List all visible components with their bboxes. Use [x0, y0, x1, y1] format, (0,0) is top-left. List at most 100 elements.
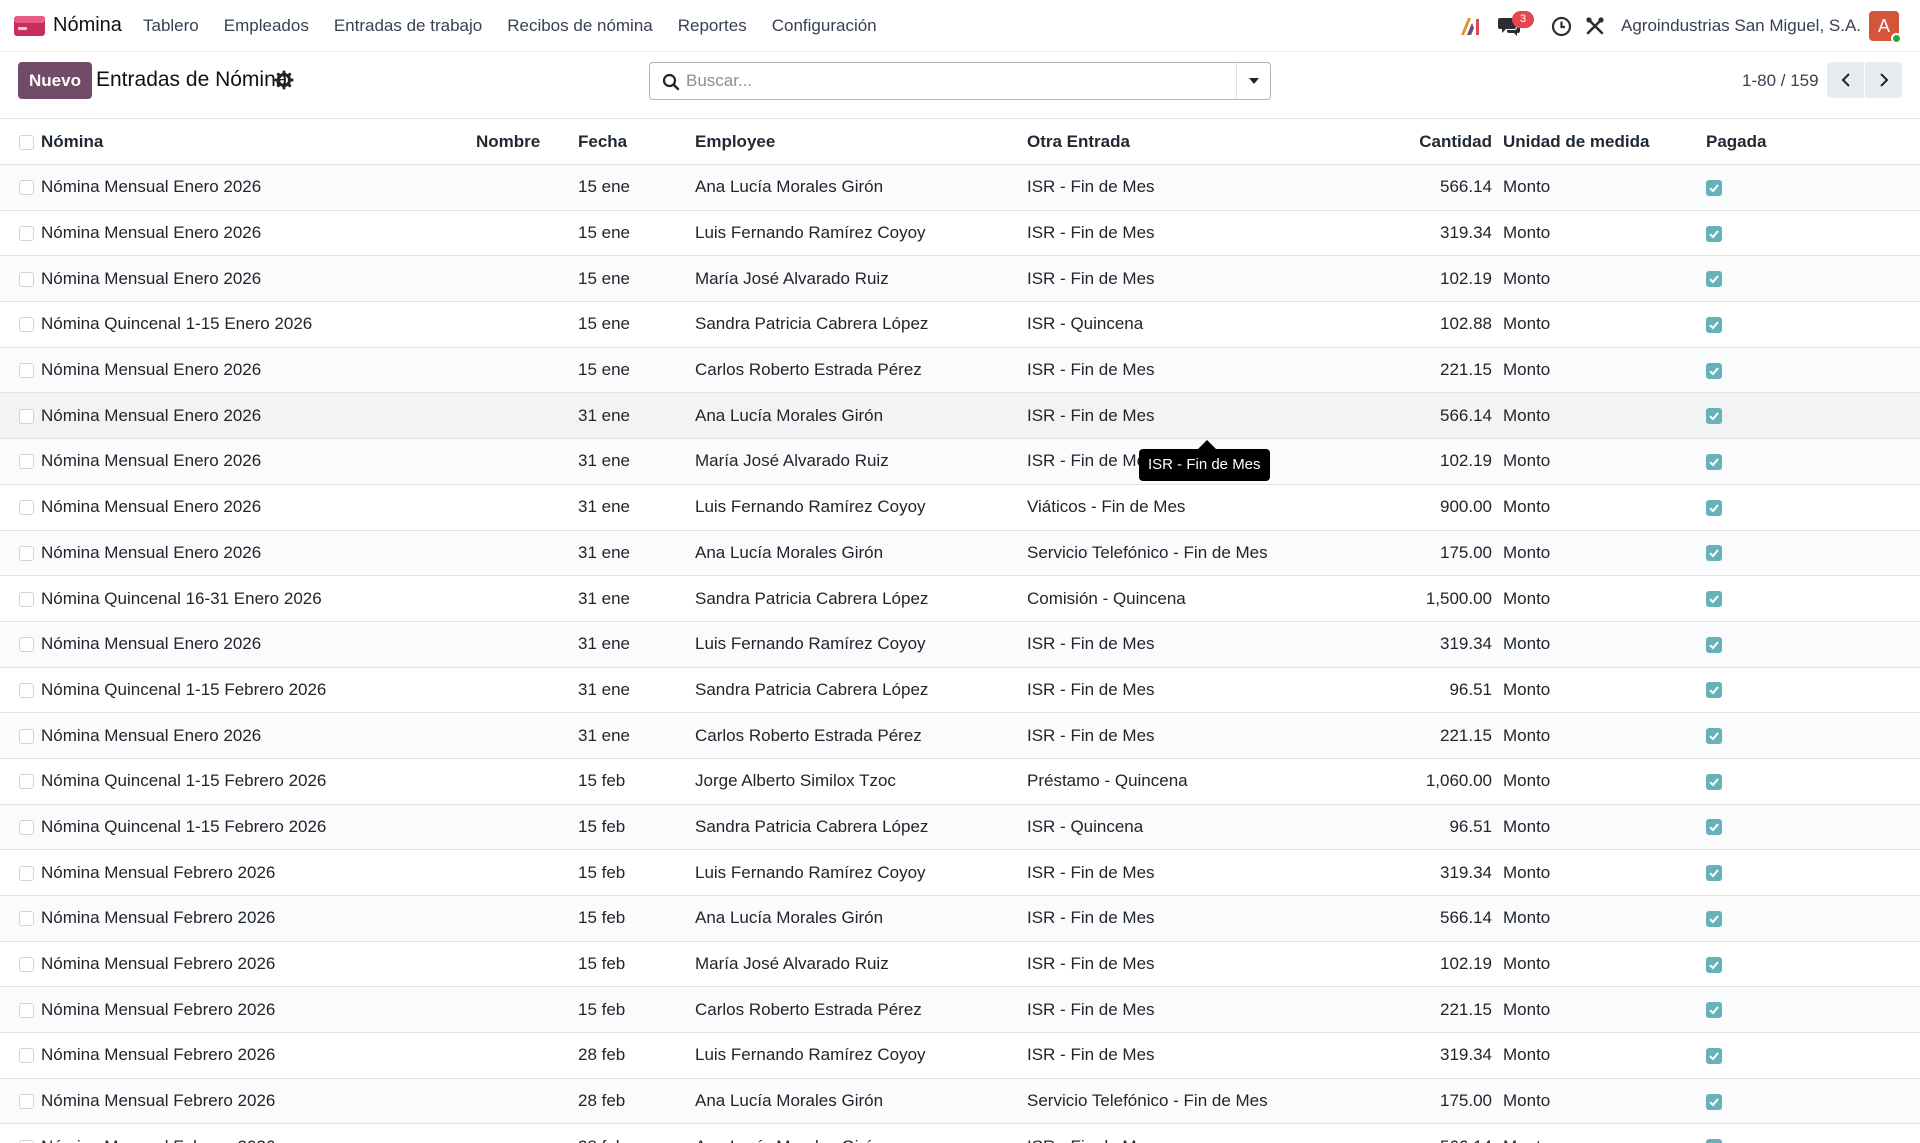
pager-value[interactable]: 1-80 / 159	[1742, 71, 1819, 91]
row-select-checkbox[interactable]	[19, 408, 34, 424]
row-select-checkbox[interactable]	[19, 363, 34, 379]
table-row[interactable]: Nómina Mensual Febrero 2026 15 feb María J…	[0, 941, 1920, 988]
table-row[interactable]: Nómina Mensual Enero 2026 31 ene Ana Lucía…	[0, 530, 1920, 577]
row-select-checkbox[interactable]	[19, 1002, 34, 1018]
paid-checkbox-checked[interactable]	[1706, 271, 1722, 288]
table-row[interactable]: Nómina Mensual Enero 2026 31 ene Ana Lucía…	[0, 392, 1920, 440]
ai-assistant-icon[interactable]	[1458, 14, 1482, 38]
paid-checkbox-checked[interactable]	[1706, 636, 1722, 653]
row-spacer-cell	[1899, 758, 1920, 805]
column-header-nombre[interactable]: Nombre	[476, 118, 578, 165]
table-row[interactable]: Nómina Quincenal 1-15 Febrero 2026 15 feb…	[0, 758, 1920, 805]
row-select-checkbox[interactable]	[19, 454, 34, 470]
row-select-checkbox[interactable]	[19, 591, 34, 607]
pager-previous-button[interactable]	[1827, 62, 1864, 98]
table-row[interactable]: Nómina Mensual Enero 2026 15 ene María Jos…	[0, 255, 1920, 303]
paid-checkbox-checked[interactable]	[1706, 1002, 1722, 1019]
row-select-checkbox[interactable]	[19, 865, 34, 881]
column-header-fecha[interactable]: Fecha	[578, 118, 695, 165]
paid-checkbox-checked[interactable]	[1706, 545, 1722, 562]
table-row[interactable]: Nómina Mensual Febrero 2026 28 febAna Luc…	[0, 1123, 1920, 1143]
paid-checkbox-checked[interactable]	[1706, 1047, 1722, 1064]
row-select-checkbox[interactable]	[19, 911, 34, 927]
table-row[interactable]: Nómina Mensual Enero 2026 31 ene Luis Fern…	[0, 484, 1920, 531]
menu-item-configuracion[interactable]: Configuración	[772, 16, 877, 36]
column-header-nomina[interactable]: Nómina	[41, 118, 476, 165]
row-select-checkbox[interactable]	[19, 271, 34, 287]
paid-checkbox-checked[interactable]	[1706, 865, 1722, 882]
menu-item-empleados[interactable]: Empleados	[224, 16, 309, 36]
table-row[interactable]: Nómina Mensual Enero 2026 31 ene María Jos…	[0, 438, 1920, 485]
paid-checkbox-checked[interactable]	[1706, 956, 1722, 973]
new-button[interactable]: Nuevo	[18, 62, 92, 99]
paid-checkbox-checked[interactable]	[1706, 179, 1722, 196]
paid-checkbox-checked[interactable]	[1706, 316, 1722, 333]
table-row[interactable]: Nómina Quincenal 1-15 Febrero 2026 15 feb…	[0, 804, 1920, 851]
menu-item-reportes[interactable]: Reportes	[678, 16, 747, 36]
table-row[interactable]: Nómina Mensual Febrero 2026 15 feb Carlos …	[0, 986, 1920, 1034]
clock-icon[interactable]	[1549, 14, 1573, 38]
app-name[interactable]: Nómina	[53, 14, 122, 37]
row-select-checkbox[interactable]	[19, 1094, 34, 1110]
column-header-pagada[interactable]: Pagada	[1706, 118, 1899, 165]
row-select-checkbox[interactable]	[19, 774, 34, 790]
row-select-checkbox[interactable]	[19, 957, 34, 973]
paid-checkbox-checked[interactable]	[1706, 773, 1722, 790]
row-select-checkbox[interactable]	[19, 545, 34, 561]
paid-checkbox-checked[interactable]	[1706, 910, 1722, 927]
paid-checkbox-checked[interactable]	[1706, 499, 1722, 516]
table-row[interactable]: Nómina Mensual Enero 2026 31 ene Luis Fern…	[0, 621, 1920, 668]
payroll-app-icon[interactable]	[14, 14, 45, 38]
column-header-employee[interactable]: Employee	[695, 118, 1027, 165]
search-input[interactable]	[686, 63, 1226, 99]
paid-checkbox-checked[interactable]	[1706, 362, 1722, 379]
cell-employee: Luis Fernando Ramírez Coyoy	[695, 849, 1027, 896]
row-select-checkbox[interactable]	[19, 317, 34, 333]
paid-checkbox-checked[interactable]	[1706, 819, 1722, 836]
cell-pagada	[1706, 804, 1899, 851]
table-row[interactable]: Nómina Quincenal 1-15 Febrero 2026 31 ene…	[0, 667, 1920, 714]
column-header-cantidad[interactable]: Cantidad	[1354, 118, 1503, 165]
cell-employee: Luis Fernando Ramírez Coyoy	[695, 210, 1027, 257]
menu-item-recibos-nomina[interactable]: Recibos de nómina	[507, 16, 653, 36]
row-select-checkbox[interactable]	[19, 1048, 34, 1064]
table-row[interactable]: Nómina Quincenal 16-31 Enero 2026 31 ene S…	[0, 575, 1920, 622]
row-select-checkbox[interactable]	[19, 682, 34, 698]
row-spacer-cell	[1899, 301, 1920, 348]
table-row[interactable]: Nómina Mensual Febrero 2026 28 febAna Luc…	[0, 1078, 1920, 1125]
pager-next-button[interactable]	[1865, 62, 1902, 98]
paid-checkbox-checked[interactable]	[1706, 408, 1722, 425]
table-row[interactable]: Nómina Quincenal 1-15 Enero 2026 15 ene Sa…	[0, 301, 1920, 348]
tools-icon[interactable]	[1583, 14, 1607, 38]
table-row[interactable]: Nómina Mensual Febrero 2026 15 feb Ana Luc…	[0, 895, 1920, 942]
column-header-unidad[interactable]: Unidad de medida	[1503, 118, 1706, 165]
table-row[interactable]: Nómina Mensual Enero 2026 15 ene Ana Lucía…	[0, 164, 1920, 211]
column-header-otra-entrada[interactable]: Otra Entrada	[1027, 118, 1354, 165]
row-select-checkbox[interactable]	[19, 637, 34, 653]
row-select-checkbox[interactable]	[19, 180, 34, 196]
paid-checkbox-checked[interactable]	[1706, 1093, 1722, 1110]
table-row[interactable]: Nómina Mensual Enero 2026 15 ene Carlos Ro…	[0, 347, 1920, 394]
checkmark-icon	[1709, 960, 1719, 969]
search-options-toggle[interactable]	[1236, 63, 1270, 99]
row-select-checkbox[interactable]	[19, 226, 34, 242]
table-row[interactable]: Nómina Mensual Enero 2026 15 ene Luis Fern…	[0, 210, 1920, 257]
row-select-checkbox[interactable]	[19, 819, 34, 835]
company-switcher[interactable]: Agroindustrias San Miguel, S.A.	[1621, 16, 1861, 36]
paid-checkbox-checked[interactable]	[1706, 591, 1722, 608]
paid-checkbox-checked[interactable]	[1706, 682, 1722, 699]
paid-checkbox-checked[interactable]	[1706, 225, 1722, 242]
paid-checkbox-checked[interactable]	[1706, 1139, 1722, 1143]
row-select-cell	[0, 392, 41, 440]
gear-icon[interactable]	[274, 70, 294, 90]
table-row[interactable]: Nómina Mensual Enero 2026 31 ene Carlos Ro…	[0, 712, 1920, 759]
paid-checkbox-checked[interactable]	[1706, 728, 1722, 745]
menu-item-entradas-trabajo[interactable]: Entradas de trabajo	[334, 16, 482, 36]
menu-item-tablero[interactable]: Tablero	[143, 16, 199, 36]
row-select-checkbox[interactable]	[19, 728, 34, 744]
table-row[interactable]: Nómina Mensual Febrero 2026 28 feb Luis Fe…	[0, 1032, 1920, 1079]
table-row[interactable]: Nómina Mensual Febrero 2026 15 feb Luis Fe…	[0, 849, 1920, 896]
paid-checkbox-checked[interactable]	[1706, 453, 1722, 470]
row-select-checkbox[interactable]	[19, 500, 34, 516]
select-all-checkbox[interactable]	[19, 134, 34, 150]
